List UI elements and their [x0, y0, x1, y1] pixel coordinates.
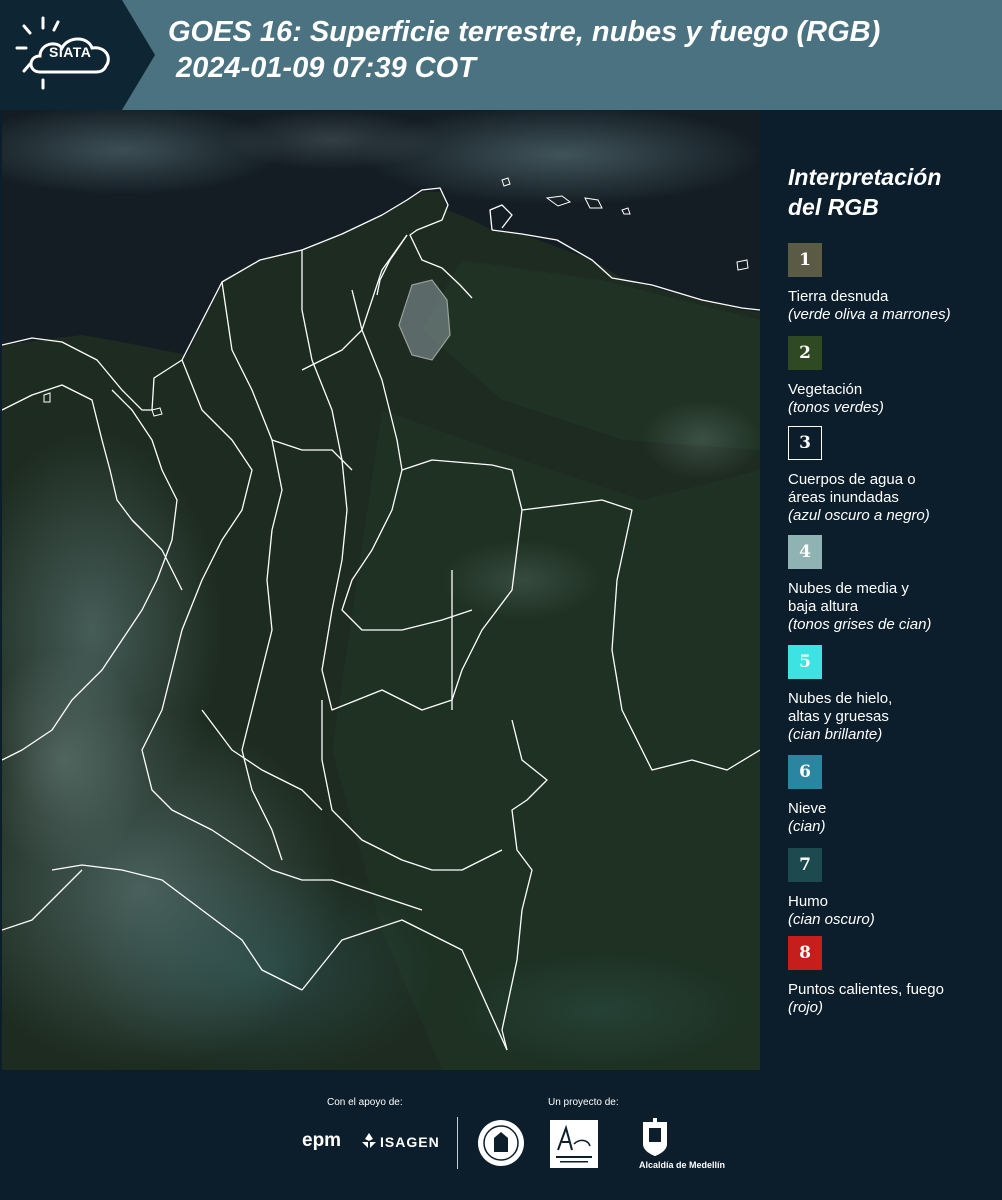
support-label: Con el apoyo de: — [327, 1097, 403, 1108]
project-label: Un proyecto de: — [548, 1097, 619, 1108]
legend-item: 3 Cuerpos de agua o áreas inundadas (azul o… — [788, 426, 998, 525]
legend-item: 2 Vegetación (tonos verdes) — [788, 336, 998, 417]
legend-item-description: (verde oliva a marrones) — [788, 306, 951, 323]
legend-item-label-line: Nubes de hielo, — [788, 690, 893, 707]
legend-item-label-line: áreas inundadas — [788, 489, 899, 506]
epm-logo: epm — [302, 1130, 342, 1151]
isagen-icon — [362, 1133, 376, 1148]
siata-logo-text: SIATA — [49, 44, 92, 60]
legend-item: 7 Humo (cian oscuro) — [788, 848, 998, 929]
legend-item-label-line: Tierra desnuda — [788, 288, 889, 305]
isagen-logo: ISAGEN — [380, 1134, 440, 1150]
legend-item-description: (rojo) — [788, 999, 824, 1016]
university-seal-icon — [478, 1120, 524, 1166]
satellite-map[interactable] — [2, 110, 760, 1070]
legend-item-label-line: Nieve — [788, 800, 827, 817]
legend-item-label-line: baja altura — [788, 598, 859, 615]
legend-swatch: 1 — [788, 243, 822, 277]
title-line-2: 2024-01-09 07:39 COT — [176, 52, 476, 84]
legend-item-label-line: Puntos calientes, fuego — [788, 981, 944, 998]
footer: Con el apoyo de: Un proyecto de: epm ISA… — [0, 1070, 1002, 1200]
legend-item-label-line: Cuerpos de agua o — [788, 471, 916, 488]
legend-item: 5 Nubes de hielo, altas y gruesas (cian bri… — [788, 645, 998, 744]
legend-item-label-line: Nubes de media y — [788, 580, 909, 597]
legend-item-label: Cuerpos de agua o áreas inundadas (azul os… — [788, 471, 998, 525]
legend-swatch: 5 — [788, 645, 822, 679]
rgb-legend: Interpretación del RGB 1 Tierra desnuda (v… — [774, 110, 1002, 1070]
legend-item-description: (tonos grises de cian) — [788, 616, 932, 633]
legend-title-line-2: del RGB — [788, 194, 879, 220]
legend-item-description: (tonos verdes) — [788, 399, 884, 416]
legend-item-label-line: Humo — [788, 893, 829, 910]
legend-item: 8 Puntos calientes, fuego (rojo) — [788, 936, 998, 1017]
legend-item-label: Nubes de hielo, altas y gruesas (cian bril… — [788, 690, 998, 744]
legend-swatch: 3 — [788, 426, 822, 460]
legend-title: Interpretación del RGB — [788, 162, 941, 222]
legend-item-label: Nieve (cian) — [788, 800, 998, 836]
legend-item: 1 Tierra desnuda (verde oliva a marrones) — [788, 243, 998, 324]
legend-item: 4 Nubes de media y baja altura (tonos grise… — [788, 535, 998, 634]
legend-swatch: 6 — [788, 755, 822, 789]
legend-item-label-line: Vegetación — [788, 381, 863, 398]
page-title: GOES 16: Superficie terrestre, nubes y f… — [168, 14, 998, 86]
legend-item-description: (azul oscuro a negro) — [788, 507, 930, 524]
legend-item-label-line: altas y gruesas — [788, 708, 889, 725]
area-metropolitana-logo-icon — [550, 1120, 598, 1168]
legend-item-label: Tierra desnuda (verde oliva a marrones) — [788, 288, 998, 324]
siata-logo: SIATA — [0, 0, 155, 110]
header: SIATA GOES 16: Superficie terrestre, nub… — [0, 0, 1002, 110]
legend-item-description: (cian) — [788, 818, 826, 835]
legend-swatch: 8 — [788, 936, 822, 970]
footer-divider — [457, 1117, 458, 1169]
legend-item-description: (cian brillante) — [788, 726, 883, 743]
alcaldia-shield-icon — [643, 1118, 667, 1156]
legend-item-label: Humo (cian oscuro) — [788, 893, 998, 929]
legend-item: 6 Nieve (cian) — [788, 755, 998, 836]
legend-title-line-1: Interpretación — [788, 164, 942, 190]
legend-item-description: (cian oscuro) — [788, 911, 875, 928]
legend-swatch: 2 — [788, 336, 822, 370]
legend-swatch: 4 — [788, 535, 822, 569]
title-line-1: GOES 16: Superficie terrestre, nubes y f… — [168, 16, 881, 48]
legend-item-label: Puntos calientes, fuego (rojo) — [788, 981, 998, 1017]
legend-item-label: Vegetación (tonos verdes) — [788, 381, 998, 417]
alcaldia-text: Alcaldía de Medellín — [639, 1160, 726, 1170]
legend-swatch: 7 — [788, 848, 822, 882]
legend-item-label: Nubes de media y baja altura (tonos grises… — [788, 580, 998, 634]
